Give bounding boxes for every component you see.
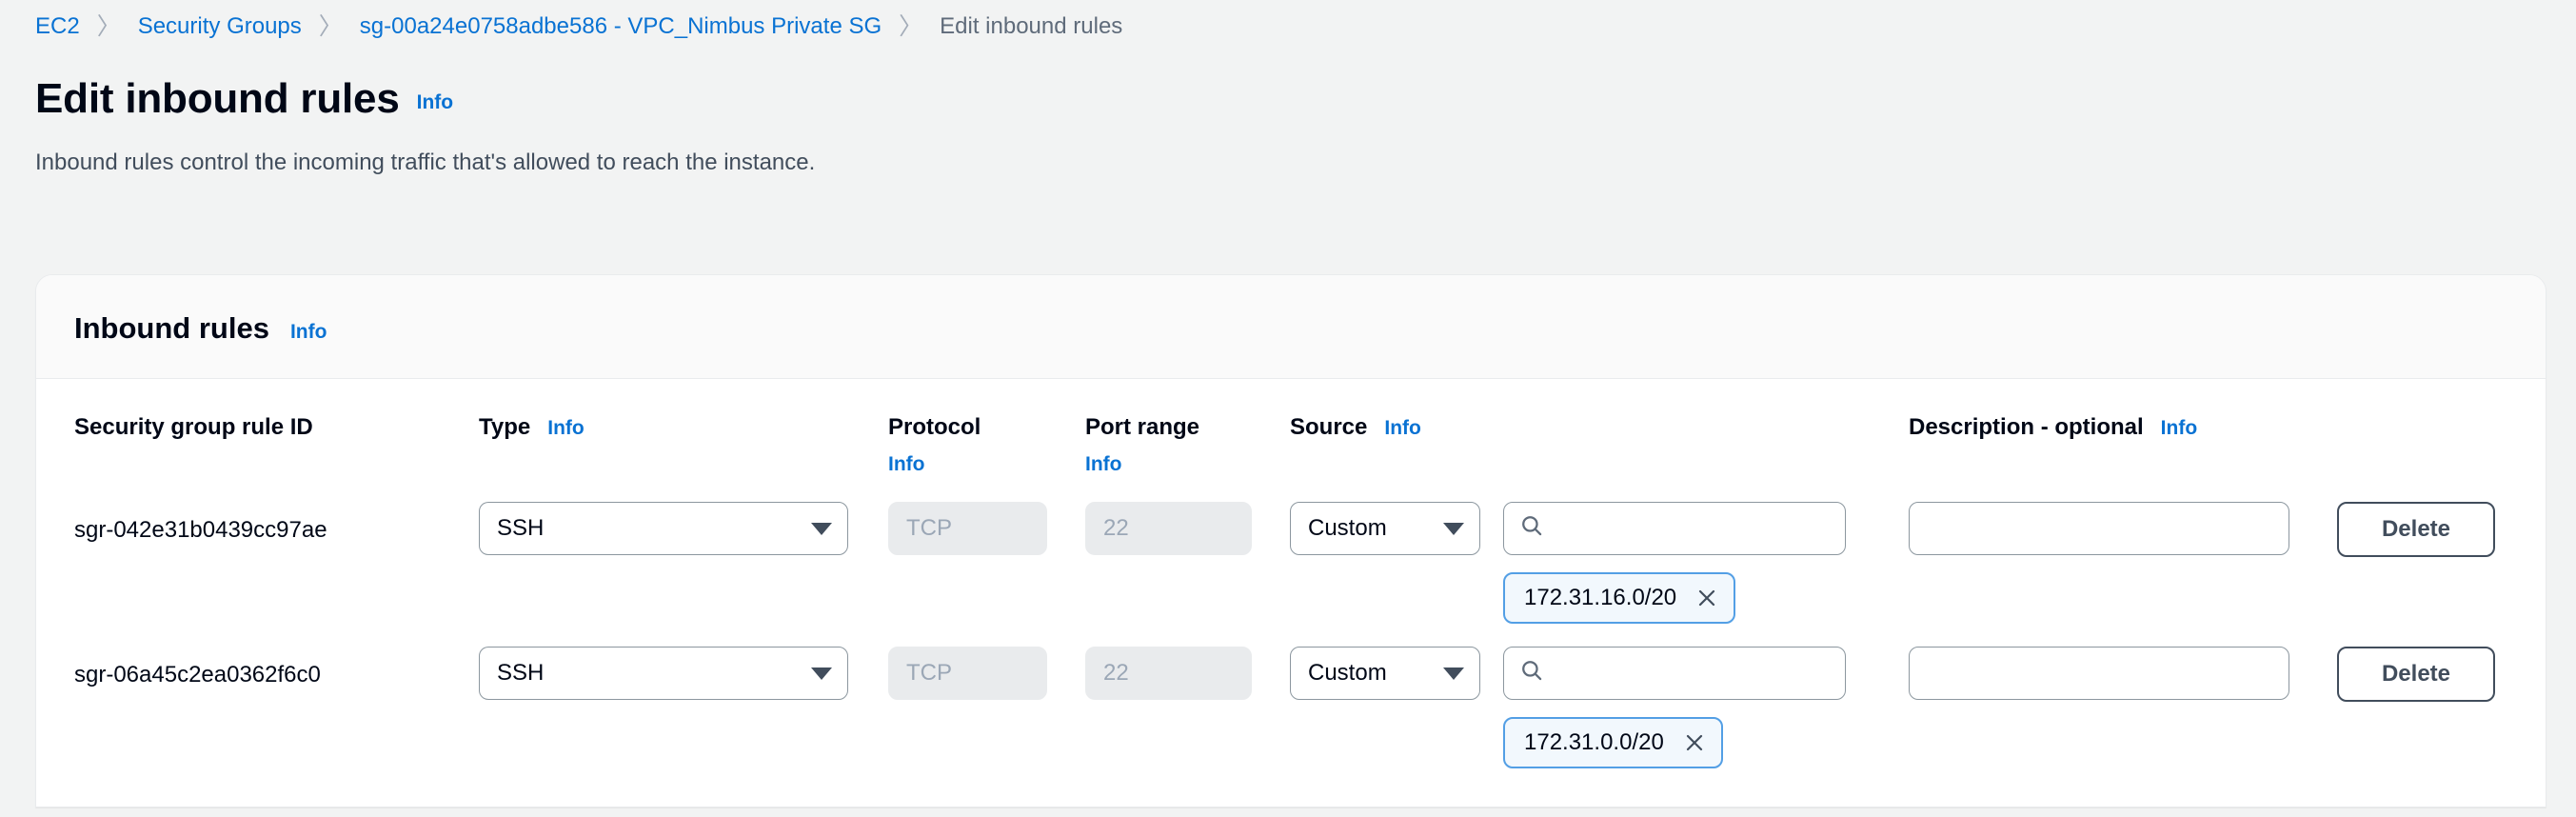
cell-port-range: 22: [1085, 479, 1290, 624]
inbound-rules-panel: Inbound rules Info Security group rule I…: [35, 274, 2546, 808]
cell-port-range: 22: [1085, 624, 1290, 768]
page-title-info-link[interactable]: Info: [417, 91, 453, 114]
protocol-field: TCP: [888, 647, 1047, 701]
column-header-description-info-link[interactable]: Info: [2161, 414, 2197, 443]
column-header-port-range: Port range Info: [1085, 379, 1290, 479]
column-header-type: Type Info: [479, 379, 888, 479]
port-range-field: 22: [1085, 647, 1252, 701]
breadcrumb-separator-icon: 〉: [318, 12, 343, 40]
port-range-value: 22: [1103, 660, 1129, 687]
column-header-description: Description - optional Info: [1909, 379, 2337, 479]
column-header-description-label: Description - optional: [1909, 414, 2144, 440]
panel-title: Inbound rules: [74, 311, 269, 345]
page-root: EC2 〉 Security Groups 〉 sg-00a24e0758adb…: [0, 0, 2576, 817]
table-row: sgr-06a45c2ea0362f6c0 SSH TCP 22 Custom …: [74, 624, 2507, 769]
type-select[interactable]: SSH: [479, 502, 848, 556]
cell-source: Custom: [1290, 624, 1909, 769]
delete-button[interactable]: Delete: [2337, 647, 2495, 703]
breadcrumb-item-security-group[interactable]: sg-00a24e0758adbe586 - VPC_Nimbus Privat…: [360, 13, 882, 40]
delete-button[interactable]: Delete: [2337, 502, 2495, 558]
port-range-value: 22: [1103, 515, 1129, 542]
column-header-protocol-info-link[interactable]: Info: [888, 450, 1085, 479]
cell-description: [1909, 624, 2337, 768]
column-header-type-info-link[interactable]: Info: [547, 414, 584, 443]
cell-type: SSH: [479, 624, 888, 768]
cell-actions: Delete: [2337, 479, 2507, 624]
source-kind-value: Custom: [1308, 660, 1387, 687]
table-row: sgr-042e31b0439cc97ae SSH TCP 22 Custom …: [74, 479, 2507, 625]
source-search-box[interactable]: [1503, 647, 1846, 701]
page-header: Edit inbound rules Info Inbound rules co…: [0, 75, 2576, 179]
search-icon: [1519, 513, 1544, 545]
chevron-down-icon: [811, 667, 832, 680]
breadcrumb-item-current: Edit inbound rules: [940, 13, 1123, 39]
column-header-actions: [2337, 379, 2507, 479]
column-header-protocol: Protocol Info: [888, 379, 1085, 479]
port-range-field: 22: [1085, 502, 1252, 556]
column-header-port-range-info-link[interactable]: Info: [1085, 450, 1290, 479]
cell-protocol: TCP: [888, 624, 1085, 768]
type-select[interactable]: SSH: [479, 647, 848, 701]
inbound-rules-table: Security group rule ID Type Info Protoco…: [74, 379, 2507, 769]
chevron-down-icon: [1443, 667, 1464, 680]
column-header-source-info-link[interactable]: Info: [1384, 414, 1420, 443]
description-input[interactable]: [1927, 648, 2271, 700]
source-token-list: 172.31.16.0/20: [1503, 572, 1846, 625]
cell-type: SSH: [479, 479, 888, 624]
breadcrumb-item-security-groups[interactable]: Security Groups: [138, 13, 302, 40]
cell-description: [1909, 479, 2337, 624]
cell-source: Custom: [1290, 479, 1909, 625]
source-token-label: 172.31.16.0/20: [1524, 585, 1677, 611]
rule-id-value: sgr-042e31b0439cc97ae: [74, 517, 327, 544]
source-kind-select[interactable]: Custom: [1290, 502, 1480, 556]
close-icon[interactable]: [1681, 729, 1708, 756]
source-search-input[interactable]: [1554, 503, 1828, 555]
panel-info-link[interactable]: Info: [290, 321, 327, 344]
chevron-down-icon: [1443, 522, 1464, 535]
panel-header: Inbound rules Info: [36, 275, 2546, 379]
close-icon[interactable]: [1694, 585, 1720, 611]
source-token-label: 172.31.0.0/20: [1524, 729, 1664, 756]
source-kind-value: Custom: [1308, 515, 1387, 542]
page-description: Inbound rules control the incoming traff…: [35, 149, 816, 176]
column-header-rule-id-label: Security group rule ID: [74, 414, 313, 440]
column-header-source: Source Info: [1290, 379, 1909, 479]
protocol-field: TCP: [888, 502, 1047, 556]
description-field[interactable]: [1909, 647, 2289, 701]
column-header-rule-id: Security group rule ID: [74, 379, 479, 479]
protocol-value: TCP: [906, 660, 952, 687]
cell-protocol: TCP: [888, 479, 1085, 624]
type-select-value: SSH: [497, 660, 545, 687]
page-title: Edit inbound rules: [35, 75, 400, 122]
source-token[interactable]: 172.31.16.0/20: [1503, 572, 1736, 625]
table-header-row: Security group rule ID Type Info Protoco…: [74, 379, 2507, 479]
source-search-box[interactable]: [1503, 502, 1846, 556]
source-kind-select[interactable]: Custom: [1290, 647, 1480, 701]
column-header-source-label: Source: [1290, 414, 1368, 440]
breadcrumb: EC2 〉 Security Groups 〉 sg-00a24e0758adb…: [0, 0, 2576, 53]
protocol-value: TCP: [906, 515, 952, 542]
column-header-type-label: Type: [479, 414, 531, 440]
breadcrumb-separator-icon: 〉: [899, 12, 923, 40]
source-token-list: 172.31.0.0/20: [1503, 717, 1846, 769]
source-search-input[interactable]: [1554, 648, 1828, 700]
description-input[interactable]: [1927, 503, 2271, 555]
description-field[interactable]: [1909, 502, 2289, 556]
chevron-down-icon: [811, 522, 832, 535]
column-header-port-range-label: Port range: [1085, 414, 1200, 440]
cell-rule-id: sgr-042e31b0439cc97ae: [74, 479, 479, 624]
type-select-value: SSH: [497, 515, 545, 542]
cell-actions: Delete: [2337, 624, 2507, 768]
breadcrumb-separator-icon: 〉: [96, 12, 121, 40]
breadcrumb-item-ec2[interactable]: EC2: [35, 13, 80, 40]
panel-body: Security group rule ID Type Info Protoco…: [36, 379, 2546, 807]
rule-id-value: sgr-06a45c2ea0362f6c0: [74, 662, 321, 688]
search-icon: [1519, 658, 1544, 689]
cell-rule-id: sgr-06a45c2ea0362f6c0: [74, 624, 479, 768]
column-header-protocol-label: Protocol: [888, 414, 981, 440]
source-token[interactable]: 172.31.0.0/20: [1503, 717, 1723, 769]
